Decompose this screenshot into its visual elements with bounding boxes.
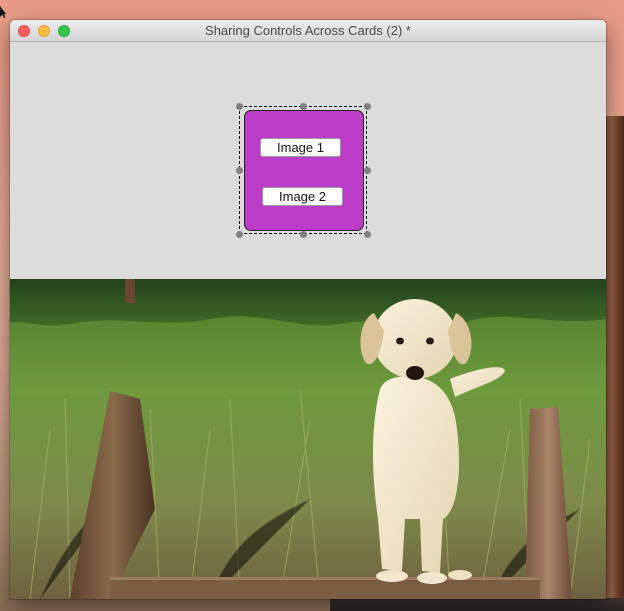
resize-handle-bottom[interactable] [300, 231, 307, 238]
resize-handle-top[interactable] [300, 103, 307, 110]
puppy-image [10, 279, 606, 599]
desktop-wallpaper-edge [605, 116, 624, 611]
resize-handle-bottom-right[interactable] [364, 231, 371, 238]
resize-handle-top-right[interactable] [364, 103, 371, 110]
resize-handle-bottom-left[interactable] [236, 231, 243, 238]
resize-handle-right[interactable] [364, 167, 371, 174]
selection-outline [239, 106, 367, 234]
image-2-button[interactable]: Image 2 [262, 187, 343, 206]
resize-handle-top-left[interactable] [236, 103, 243, 110]
app-window: Sharing Controls Across Cards (2) * Imag… [10, 20, 606, 599]
cursor-icon [0, 6, 6, 18]
window-title: Sharing Controls Across Cards (2) * [205, 23, 411, 38]
desktop-wallpaper-bottom [330, 598, 624, 611]
resize-handle-left[interactable] [236, 167, 243, 174]
image-1-button[interactable]: Image 1 [260, 138, 341, 157]
puppy-photo-icon [10, 279, 606, 599]
title-bar[interactable]: Sharing Controls Across Cards (2) * [10, 20, 606, 42]
card-canvas[interactable]: Image 1 Image 2 [10, 42, 606, 279]
